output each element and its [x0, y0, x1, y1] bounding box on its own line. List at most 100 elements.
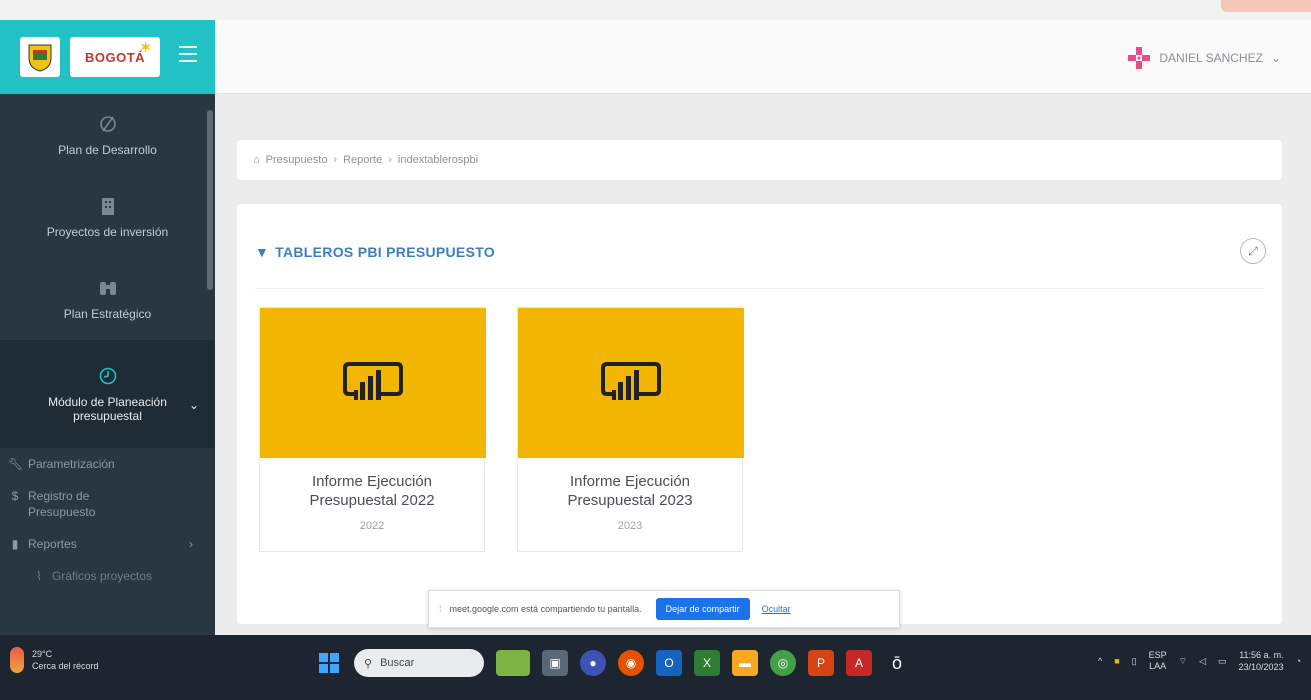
main-content: ⌂ Presupuesto › Reporte › indextablerosp…	[215, 94, 1311, 635]
sidebar-item-label: Proyectos de inversión	[46, 225, 169, 239]
share-message: meet.google.com está compartiendo tu pan…	[449, 604, 642, 614]
drag-handle-icon[interactable]: ⁞	[439, 604, 442, 614]
sidebar-subitem-graficos[interactable]: ⌇ Gráficos proyectos	[0, 560, 215, 592]
card-year: 2023	[617, 520, 643, 532]
sidebar-subitem-label: Gráficos proyectos	[52, 569, 153, 583]
user-avatar-icon	[1128, 47, 1151, 69]
sun-icon: ✶	[139, 39, 152, 55]
screen-share-bar: ⁞ meet.google.com está compartiendo tu p…	[428, 590, 900, 628]
hide-link[interactable]: Ocultar	[762, 604, 791, 614]
sidebar-item-plan-estrategico[interactable]: Plan Estratégico	[0, 258, 215, 340]
weather-widget[interactable]: 29°C Cerca del récord	[10, 647, 99, 673]
wifi-icon[interactable]: ⌔	[1179, 656, 1187, 667]
menu-toggle-icon[interactable]	[179, 46, 197, 62]
sidebar-item-planeacion-presupuestal[interactable]: Módulo de Planeación presupuestal ⌄	[0, 340, 215, 448]
outlook-icon[interactable]: O	[656, 650, 682, 676]
sidebar-subitem-parametrizacion[interactable]: 🔧︎ Parametrización	[0, 448, 215, 480]
breadcrumb-item[interactable]: Reporte	[343, 154, 382, 166]
home-icon: ⌂	[253, 154, 260, 166]
taskbar-apps: ⚲ Buscar ▣ ● ◉ O X ▬ ◎ P A ō	[316, 649, 910, 677]
powerbi-thumbnail	[518, 308, 744, 458]
sidebar-subitem-label: Reportes	[28, 537, 77, 551]
browser-top-strip	[0, 0, 1311, 20]
chevron-icon: ›	[189, 537, 193, 551]
chart-icon: ⌇	[36, 569, 42, 583]
search-icon: ⚲	[364, 657, 373, 670]
file-explorer-icon[interactable]: ▬	[732, 650, 758, 676]
sidebar-item-plan-desarrollo[interactable]: Plan de Desarrollo	[0, 94, 215, 176]
binoculars-icon	[97, 277, 119, 299]
sidebar-subitem-reportes[interactable]: ▮ Reportes ›	[0, 528, 215, 560]
panel-divider	[255, 288, 1264, 289]
lang-bottom: LAA	[1149, 661, 1167, 671]
chevron-down-icon: ⌄	[188, 398, 199, 412]
powerbi-thumbnail	[260, 308, 486, 458]
sidebar: BOGOTÁ ✶ Plan de Desarrollo Proyectos de…	[0, 20, 215, 635]
card-year: 2022	[359, 520, 385, 532]
sidebar-subitem-label: Parametrización	[28, 457, 115, 471]
firefox-icon[interactable]: ◉	[618, 650, 644, 676]
sidebar-subitem-registro-presupuesto[interactable]: $ Registro de Presupuesto	[0, 480, 215, 528]
system-tray: ^ ■ ▯ ESP LAA ⌔ ◁ ▭ 11:56 a. m. 23/10/20…	[1098, 649, 1301, 673]
card-title: Informe Ejecución Presupuestal 2023	[567, 473, 693, 509]
thermometer-icon	[10, 647, 24, 673]
browser-tab-accent	[1221, 0, 1311, 12]
card-title: Informe Ejecución Presupuestal 2022	[309, 473, 435, 509]
building-icon	[97, 195, 119, 217]
chevron-down-icon: ⌄	[1270, 51, 1281, 65]
task-view-icon[interactable]: ▣	[542, 650, 568, 676]
filter-icon: ▼	[255, 244, 270, 260]
powerbi-icon	[601, 362, 661, 400]
expand-icon[interactable]: ⤢	[1240, 238, 1266, 264]
weather-desc: Cerca del récord	[32, 661, 99, 671]
bar-chart-icon: ▮	[11, 537, 19, 551]
weather-temp: 29°C	[32, 649, 53, 659]
volume-icon[interactable]: ◁	[1199, 656, 1206, 667]
taskbar-search-input[interactable]: ⚲ Buscar	[354, 649, 484, 677]
dashboards-panel: ▼ TABLEROS PBI PRESUPUESTO ⤢ Informe Eje…	[237, 204, 1282, 624]
excel-icon[interactable]: X	[694, 650, 720, 676]
chevron-up-icon[interactable]: ^	[1098, 656, 1102, 666]
windows-taskbar: 29°C Cerca del récord ⚲ Buscar ▣ ● ◉ O X…	[0, 635, 1311, 700]
circle-slash-icon	[97, 113, 119, 135]
dollar-icon: $	[11, 489, 19, 503]
sidebar-item-proyectos[interactable]: Proyectos de inversión	[0, 176, 215, 258]
notification-icon[interactable]: ◔	[1296, 656, 1301, 666]
breadcrumb-item[interactable]: Presupuesto	[266, 154, 328, 166]
sidebar-item-label: Plan de Desarrollo	[58, 143, 157, 157]
report-card-2022[interactable]: Informe Ejecución Presupuestal 2022 2022	[259, 307, 486, 552]
sidebar-subitem-label: Registro de Presupuesto	[28, 489, 96, 519]
app-window: BOGOTÁ ✶ Plan de Desarrollo Proyectos de…	[0, 0, 1311, 700]
coat-of-arms-icon	[20, 37, 60, 77]
tray-app-icon[interactable]: ■	[1114, 656, 1119, 666]
panel-title-text: TABLEROS PBI PRESUPUESTO	[275, 244, 495, 260]
widgets-icon[interactable]	[496, 650, 530, 676]
bogota-logo: BOGOTÁ ✶	[70, 37, 160, 77]
user-name: DANIEL SANCHEZ	[1159, 51, 1263, 65]
panel-title: ▼ TABLEROS PBI PRESUPUESTO	[255, 244, 495, 260]
sidebar-scrollbar[interactable]	[207, 110, 213, 290]
brand-header: BOGOTÁ ✶	[0, 20, 215, 94]
clock-time: 11:56 a. m.	[1239, 650, 1284, 660]
chrome-icon[interactable]: ◎	[770, 650, 796, 676]
breadcrumb-separator: ›	[388, 154, 392, 166]
clock-icon	[97, 365, 119, 387]
clock-date: 23/10/2023	[1238, 662, 1284, 672]
sidebar-item-label: Módulo de Planeación presupuestal	[48, 395, 167, 423]
stop-sharing-button[interactable]: Dejar de compartir	[655, 598, 750, 620]
clock[interactable]: 11:56 a. m. 23/10/2023	[1239, 649, 1284, 673]
user-menu[interactable]: DANIEL SANCHEZ ⌄	[1127, 46, 1281, 70]
top-header: DANIEL SANCHEZ ⌄	[215, 20, 1311, 94]
tray-app-icon[interactable]: ▯	[1132, 656, 1137, 667]
search-placeholder: Buscar	[380, 657, 415, 669]
powerpoint-icon[interactable]: P	[808, 650, 834, 676]
app-icon[interactable]: ō	[884, 650, 910, 676]
language-indicator[interactable]: ESP LAA	[1149, 650, 1167, 672]
sidebar-item-label: Plan Estratégico	[63, 307, 152, 321]
report-card-2023[interactable]: Informe Ejecución Presupuestal 2023 2023	[517, 307, 744, 552]
chat-icon[interactable]: ●	[580, 650, 606, 676]
acrobat-icon[interactable]: A	[846, 650, 872, 676]
windows-start-icon[interactable]	[316, 650, 342, 676]
battery-icon[interactable]: ▭	[1218, 656, 1227, 667]
breadcrumb-item: indextablerospbi	[397, 154, 479, 166]
